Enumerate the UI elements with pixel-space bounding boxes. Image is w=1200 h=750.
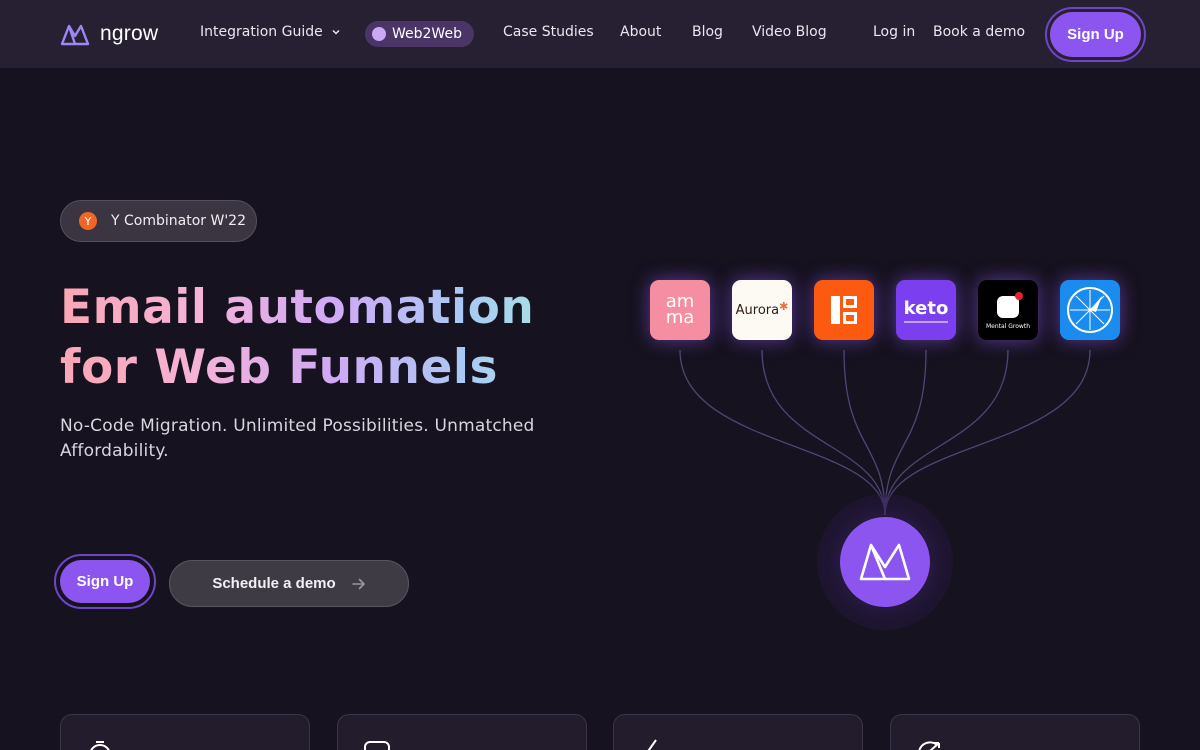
- nav-video-blog[interactable]: Video Blog: [752, 24, 827, 40]
- stopwatch-icon: [90, 741, 110, 750]
- nav-signup-label: Sign Up: [1050, 12, 1141, 57]
- app-tile-compass: [1060, 280, 1120, 340]
- hero-subtitle: No-Code Migration. Unlimited Possibiliti…: [60, 416, 535, 461]
- hero-signup-button[interactable]: Sign Up: [54, 554, 156, 609]
- compass-logo-icon: [1067, 287, 1113, 333]
- feature-card-2: [337, 714, 587, 750]
- web2web-dot-icon: [372, 27, 386, 41]
- nav-case-studies[interactable]: Case Studies: [503, 24, 594, 40]
- feature-card-1: [60, 714, 310, 750]
- hero-headline-line2: for Web Funnels: [60, 338, 600, 398]
- send-icon: [647, 739, 657, 750]
- schedule-demo-button[interactable]: Schedule a demo: [169, 560, 409, 607]
- app-tile-mental-growth: Mental Growth: [978, 280, 1038, 340]
- nav-integration-guide-label: Integration Guide: [200, 24, 323, 40]
- schedule-demo-label: Schedule a demo: [212, 575, 336, 592]
- app-3-logo-icon: [831, 296, 857, 324]
- message-icon: [364, 741, 390, 750]
- hero-signup-label: Sign Up: [60, 560, 150, 603]
- yc-badge: Y Y Combinator W'22: [60, 200, 257, 242]
- top-navigation: ngrow Integration Guide Web2Web Case Stu…: [0, 0, 1200, 68]
- brand-logo[interactable]: ngrow: [60, 22, 158, 46]
- mental-growth-logo-text: Mental Growth: [986, 323, 1030, 330]
- app-tile-3: [814, 280, 874, 340]
- app-tile-amma: am ma: [650, 280, 710, 340]
- nav-blog[interactable]: Blog: [692, 24, 723, 40]
- amma-logo-icon: am ma: [665, 293, 695, 328]
- gauge-icon: [918, 741, 940, 750]
- keto-underline-icon: [904, 320, 948, 323]
- chevron-down-icon: [332, 29, 340, 35]
- nav-about[interactable]: About: [620, 24, 661, 40]
- feature-card-3: [613, 714, 863, 750]
- arrow-right-icon: [351, 578, 365, 589]
- nav-signup-button[interactable]: Sign Up: [1045, 7, 1146, 62]
- ngrow-hub: [840, 517, 930, 607]
- book-demo-link[interactable]: Book a demo: [933, 24, 1025, 40]
- aurora-asterisk-icon: ✱: [779, 300, 789, 313]
- y-combinator-icon: Y: [79, 212, 97, 230]
- keto-logo-text: keto: [903, 297, 949, 319]
- yc-badge-label: Y Combinator W'22: [111, 213, 246, 229]
- login-link[interactable]: Log in: [873, 24, 915, 40]
- amma-logo-bottom: ma: [665, 307, 695, 328]
- hero-headline-line1: Email automation: [60, 278, 600, 338]
- ngrow-hub-logo-icon: [859, 543, 911, 581]
- app-tile-aurora: Aurora ✱: [732, 280, 792, 340]
- brand-name: ngrow: [100, 22, 159, 45]
- mental-growth-dot-icon: [1015, 292, 1023, 300]
- app-tile-keto: keto: [896, 280, 956, 340]
- feature-card-4: [890, 714, 1140, 750]
- ngrow-logo-icon: [60, 24, 90, 46]
- mental-growth-logo-icon: [997, 292, 1023, 318]
- hero-headline: Email automation for Web Funnels: [60, 278, 600, 398]
- nav-web2web[interactable]: Web2Web: [365, 21, 474, 47]
- nav-web2web-label: Web2Web: [392, 26, 462, 42]
- nav-integration-guide[interactable]: Integration Guide: [200, 24, 341, 40]
- aurora-logo-text: Aurora: [735, 302, 780, 318]
